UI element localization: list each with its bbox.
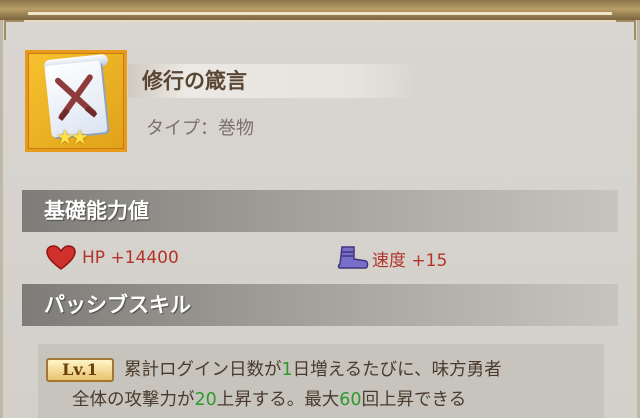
stat-hp: HP +14400: [46, 244, 179, 272]
desc-number: 60: [339, 390, 362, 410]
desc-text: 累計ログイン日数が: [124, 360, 282, 380]
desc-line2: 全体の攻撃力が20上昇する。最大60回上昇できる: [72, 385, 604, 415]
section-header-passive-skill: パッシブスキル: [22, 284, 618, 326]
desc-text: 上昇する。最大: [216, 390, 340, 410]
item-detail-panel: ★★ 修行の箴言 タイプ：巻物 基礎能力値 HP +14400 速度 +15 パ…: [0, 0, 640, 418]
desc-text: 日増えるたびに、味方勇者: [292, 360, 502, 380]
corner-ornament-right: [616, 20, 636, 40]
panel-top-trim: [28, 12, 612, 15]
item-type: タイプ：巻物: [146, 118, 254, 139]
boot-icon: [336, 245, 369, 271]
stat-hp-label: HP +14400: [82, 248, 179, 268]
stat-speed: 速度 +15: [336, 244, 447, 272]
item-icon-frame[interactable]: ★★: [25, 50, 127, 152]
rarity-stars: ★★: [56, 125, 89, 149]
desc-number: 20: [194, 390, 217, 410]
skill-level-badge: Lv.1: [46, 358, 114, 382]
heart-icon: [46, 245, 78, 271]
panel-side-border-left: [0, 20, 3, 418]
section-header-base-stats: 基礎能力値: [22, 190, 618, 232]
desc-text: 回上昇できる: [361, 390, 467, 410]
panel-top-border: [0, 0, 640, 22]
stat-speed-label: 速度 +15: [372, 250, 448, 271]
desc-number: 1: [281, 360, 293, 380]
desc-line1: 累計ログイン日数が1日増えるたびに、味方勇者: [124, 360, 502, 380]
passive-skill-description: 累計ログイン日数が1日増えるたびに、味方勇者 全体の攻撃力が20上昇する。最大6…: [72, 355, 604, 415]
desc-text: 全体の攻撃力が: [72, 390, 195, 410]
corner-ornament-left: [4, 20, 24, 40]
item-name: 修行の箴言: [128, 64, 418, 98]
